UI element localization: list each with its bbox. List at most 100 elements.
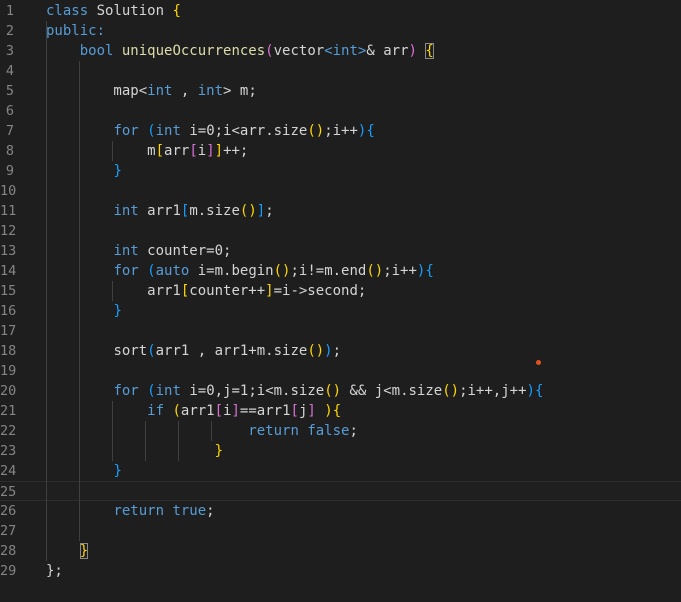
code-line-10[interactable]: 10 [0,181,681,201]
code-token: arr1 [46,283,181,299]
code-token: i=0,j=1;i<m.size [180,383,325,399]
line-number: 8 [5,143,14,159]
code-line-22[interactable]: 22 return false; [0,421,681,441]
line-number: 5 [5,83,14,99]
code-line-19[interactable]: 19 [0,361,681,381]
line-number: 11 [0,203,17,219]
code-line-13[interactable]: 13 int counter=0; [0,241,681,261]
code-line-12[interactable]: 12 [0,221,681,241]
code-text: if (arr1[i]==arr1[j] ){ [46,401,341,421]
code-line-3[interactable]: 3 bool uniqueOccurrences(vector<int>& ar… [0,41,681,61]
code-line-20[interactable]: 20 for (int i=0,j=1;i<m.size() && j<m.si… [0,381,681,401]
code-token: ( [147,123,156,139]
code-line-29[interactable]: 29}; [0,561,681,581]
code-token: return [113,503,165,519]
code-text: for (int i=0;i<arr.size();i++){ [46,121,375,141]
code-token: { [366,123,375,139]
code-token: arr1 [138,203,181,219]
code-line-27[interactable]: 27 [0,521,681,541]
code-line-2[interactable]: 2 public: [0,21,681,41]
line-number: 16 [0,303,17,319]
code-line-24[interactable]: 24 } [0,461,681,481]
line-number: 13 [0,243,17,259]
code-token: [ [290,403,299,419]
code-line-6[interactable]: 6 [0,101,681,121]
code-text: } [46,541,89,561]
code-token: map [46,83,139,99]
code-text: int arr1[m.size()]; [46,201,274,221]
code-text: } [46,461,121,481]
code-token: return [248,423,299,439]
code-text: bool uniqueOccurrences(vector<int>& arr)… [46,41,434,61]
code-token: < [324,43,333,59]
code-text: } [46,301,121,321]
indent-guide [112,401,113,461]
code-token: [ [214,403,224,419]
line-number: 21 [0,403,17,419]
code-token: , [172,83,198,99]
code-token: } [113,163,122,179]
code-token: Solution [88,3,173,19]
code-line-25[interactable]: 25 [0,481,681,501]
code-token: uniqueOccurrences [121,43,266,59]
code-line-9[interactable]: 9 } [0,161,681,181]
code-line-26[interactable]: 26 return true; [0,501,681,521]
code-token: int [147,83,173,99]
code-text: for (int i=0,j=1;i<m.size() && j<m.size(… [46,381,543,401]
code-token: public: [46,23,106,39]
code-token: { [425,263,434,279]
code-token: vector [273,43,325,59]
line-number: 20 [0,383,17,399]
code-editor[interactable]: 1 class Solution {2 public: 3 bool uniqueOc… [0,0,681,602]
code-line-7[interactable]: 7 for (int i=0;i<arr.size();i++){ [0,121,681,141]
code-line-11[interactable]: 11 int arr1[m.size()]; [0,201,681,221]
code-text: } [46,441,223,461]
code-line-17[interactable]: 17 [0,321,681,341]
line-number: 22 [0,423,17,439]
code-token: ; [265,203,274,219]
code-token: () [366,263,384,279]
code-line-8[interactable]: 8 m[arr[i]]++; [0,141,681,161]
code-line-1[interactable]: 1 class Solution { [0,1,681,21]
code-line-16[interactable]: 16 } [0,301,681,321]
code-text: map<int , int> m; [46,81,257,101]
code-token: ( [147,383,156,399]
code-token: () [307,123,325,139]
line-number: 4 [5,63,14,79]
code-token: < [138,83,148,99]
code-line-18[interactable]: 18 sort(arr1 , arr1+m.size()); [0,341,681,361]
line-number: 1 [5,3,14,19]
code-token: i [197,143,207,159]
code-token: ( [147,343,156,359]
code-text: int counter=0; [46,241,231,261]
code-line-21[interactable]: 21 if (arr1[i]==arr1[j] ){ [0,401,681,421]
line-number: 19 [0,363,17,379]
code-token: () [239,203,257,219]
indent-guide [211,421,212,441]
code-token: } [214,443,224,459]
code-line-28[interactable]: 28 } [0,541,681,561]
code-line-14[interactable]: 14 for (auto i=m.begin();i!=m.end();i++)… [0,261,681,281]
code-line-23[interactable]: 23 } [0,441,681,461]
code-token: false [307,423,350,439]
code-token: for [113,263,139,279]
code-token: && j<m.size [341,383,443,399]
code-token: ;i++ [324,123,358,139]
code-token: & arr [366,43,409,59]
code-token: ] [307,403,316,419]
code-line-5[interactable]: 5 map<int , int> m; [0,81,681,101]
code-line-15[interactable]: 15 arr1[counter++]=i->second; [0,281,681,301]
code-token: sort [113,343,148,359]
line-number: 24 [0,463,17,479]
code-token: for [113,383,139,399]
code-token: if [147,403,165,419]
code-line-4[interactable]: 4 [0,61,681,81]
code-token: [ [155,143,165,159]
line-number: 27 [0,523,17,539]
code-token: true [172,503,207,519]
code-token: int [155,123,181,139]
code-token: > m; [223,83,257,99]
